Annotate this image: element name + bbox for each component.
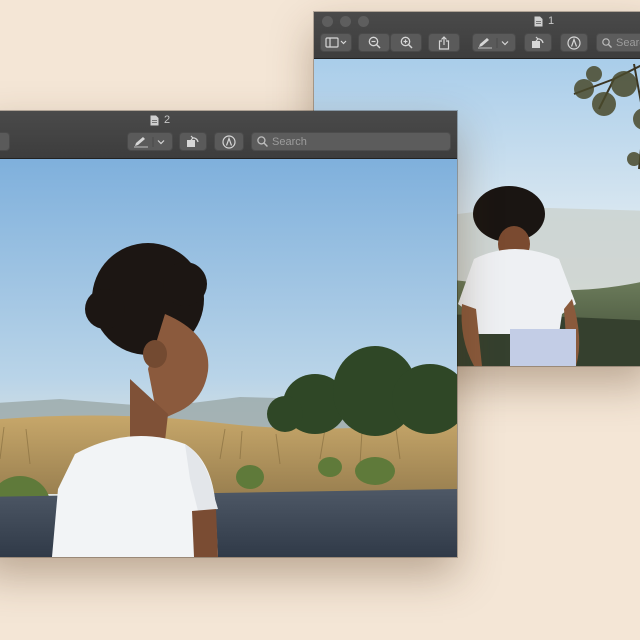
annotate-button[interactable] xyxy=(214,132,244,151)
zoom-in-button[interactable] xyxy=(390,33,422,52)
search-icon xyxy=(602,37,612,48)
window-title-text: 2 xyxy=(163,114,171,126)
markup-pen-button[interactable] xyxy=(127,132,173,151)
search-field-window-1[interactable] xyxy=(596,33,640,52)
rotate-button[interactable] xyxy=(179,132,207,151)
toolbar-button-partial[interactable] xyxy=(0,132,10,151)
document-icon xyxy=(534,16,543,26)
rotate-icon xyxy=(532,36,544,48)
markup-icon xyxy=(222,134,236,149)
minimize-window-button[interactable] xyxy=(340,16,351,27)
rotate-icon xyxy=(187,135,199,147)
sidebar-toggle-button[interactable] xyxy=(320,33,352,52)
pen-icon xyxy=(134,136,165,147)
close-window-button[interactable] xyxy=(322,16,333,27)
markup-pen-button[interactable] xyxy=(472,33,516,52)
photo-woman-profile xyxy=(0,159,457,557)
preview-window-2[interactable]: 2 xyxy=(0,111,457,557)
annotate-button[interactable] xyxy=(560,33,588,52)
toolbar-window-1: 1 xyxy=(314,12,640,59)
zoom-out-icon xyxy=(368,36,381,49)
window-title-1: 1 xyxy=(524,15,564,27)
sidebar-toggle-icon xyxy=(325,37,347,48)
zoom-window-button[interactable] xyxy=(358,16,369,27)
search-icon xyxy=(257,136,268,147)
window-title-2: 2 xyxy=(140,114,180,126)
share-button[interactable] xyxy=(428,33,460,52)
zoom-out-button[interactable] xyxy=(358,33,390,52)
pen-icon xyxy=(478,37,509,48)
zoom-in-icon xyxy=(400,36,413,49)
search-field-window-2[interactable] xyxy=(251,132,451,151)
toolbar-window-2: 2 xyxy=(0,111,457,159)
search-input-window-1[interactable] xyxy=(616,36,640,49)
markup-icon xyxy=(567,35,581,50)
search-input-window-2[interactable] xyxy=(272,135,450,148)
window-title-text: 1 xyxy=(547,15,555,27)
rotate-button[interactable] xyxy=(524,33,552,52)
document-icon xyxy=(150,115,159,125)
window-controls xyxy=(322,16,369,27)
share-icon xyxy=(438,35,450,50)
